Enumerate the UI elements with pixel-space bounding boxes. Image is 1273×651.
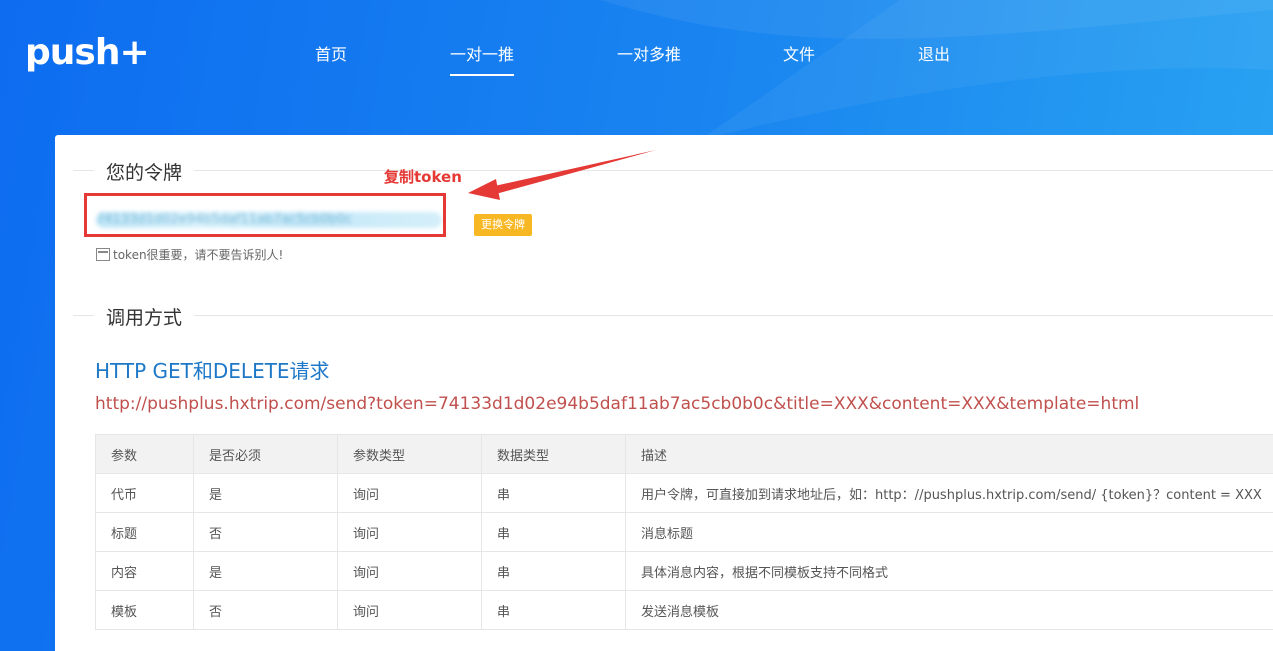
table-header-row: 参数 是否必须 参数类型 数据类型 描述 [95, 434, 1273, 474]
nav-files[interactable]: 文件 [783, 41, 815, 65]
copy-token-annotation: 复制token [384, 168, 462, 186]
table-cell: 串 [481, 551, 626, 591]
table-row: 代币 是 询问 串 用户令牌，可直接加到请求地址后，如：http：//pushp… [95, 473, 1273, 513]
table-header: 参数 [95, 434, 194, 474]
table-row: 模板 否 询问 串 发送消息模板 [95, 590, 1273, 630]
table-cell: 询问 [337, 551, 482, 591]
nav-logout[interactable]: 退出 [918, 41, 950, 65]
table-cell: 模板 [95, 590, 194, 630]
notepad-icon [96, 248, 110, 261]
table-header: 数据类型 [481, 434, 626, 474]
table-cell: 询问 [337, 590, 482, 630]
token-legend: 您的令牌 [94, 158, 195, 185]
table-row: 标题 否 询问 串 消息标题 [95, 512, 1273, 552]
table-header: 描述 [625, 434, 1273, 474]
table-cell: 询问 [337, 473, 482, 513]
table-cell: 具体消息内容，根据不同模板支持不同格式 [625, 551, 1273, 591]
table-row: 内容 是 询问 串 具体消息内容，根据不同模板支持不同格式 [95, 551, 1273, 591]
nav-home[interactable]: 首页 [315, 41, 347, 65]
params-table: 参数 是否必须 参数类型 数据类型 描述 代币 是 询问 串 用户令牌，可直接加… [95, 434, 1273, 630]
token-tip: token很重要，请不要告诉别人! [96, 246, 283, 263]
table-cell: 询问 [337, 512, 482, 552]
table-cell: 串 [481, 512, 626, 552]
table-cell: 发送消息模板 [625, 590, 1273, 630]
table-cell: 标题 [95, 512, 194, 552]
fieldset-border-usage [73, 315, 1273, 316]
nav-one-to-one[interactable]: 一对一推 [450, 41, 514, 65]
token-tip-text: token很重要，请不要告诉别人! [113, 248, 284, 262]
api-method-title: HTTP GET和DELETE请求 [95, 359, 330, 383]
table-header: 是否必须 [193, 434, 338, 474]
logo[interactable]: push+ [25, 32, 150, 73]
change-token-button[interactable]: 更换令牌 [474, 214, 532, 236]
table-cell: 代币 [95, 473, 194, 513]
table-cell: 串 [481, 590, 626, 630]
table-cell: 是 [193, 473, 338, 513]
table-cell: 否 [193, 512, 338, 552]
nav-active-indicator [450, 74, 514, 76]
table-cell: 是 [193, 551, 338, 591]
table-cell: 否 [193, 590, 338, 630]
table-header: 参数类型 [337, 434, 482, 474]
annotation-arrow-icon [468, 150, 656, 200]
usage-legend: 调用方式 [94, 303, 195, 330]
fieldset-border-token [73, 170, 1273, 171]
nav-one-to-many[interactable]: 一对多推 [617, 41, 681, 65]
api-url: http://pushplus.hxtrip.com/send?token=74… [95, 394, 1140, 414]
table-cell: 内容 [95, 551, 194, 591]
table-cell: 消息标题 [625, 512, 1273, 552]
table-cell: 串 [481, 473, 626, 513]
token-highlight-box [84, 193, 446, 237]
table-cell: 用户令牌，可直接加到请求地址后，如：http：//pushplus.hxtrip… [625, 473, 1273, 513]
